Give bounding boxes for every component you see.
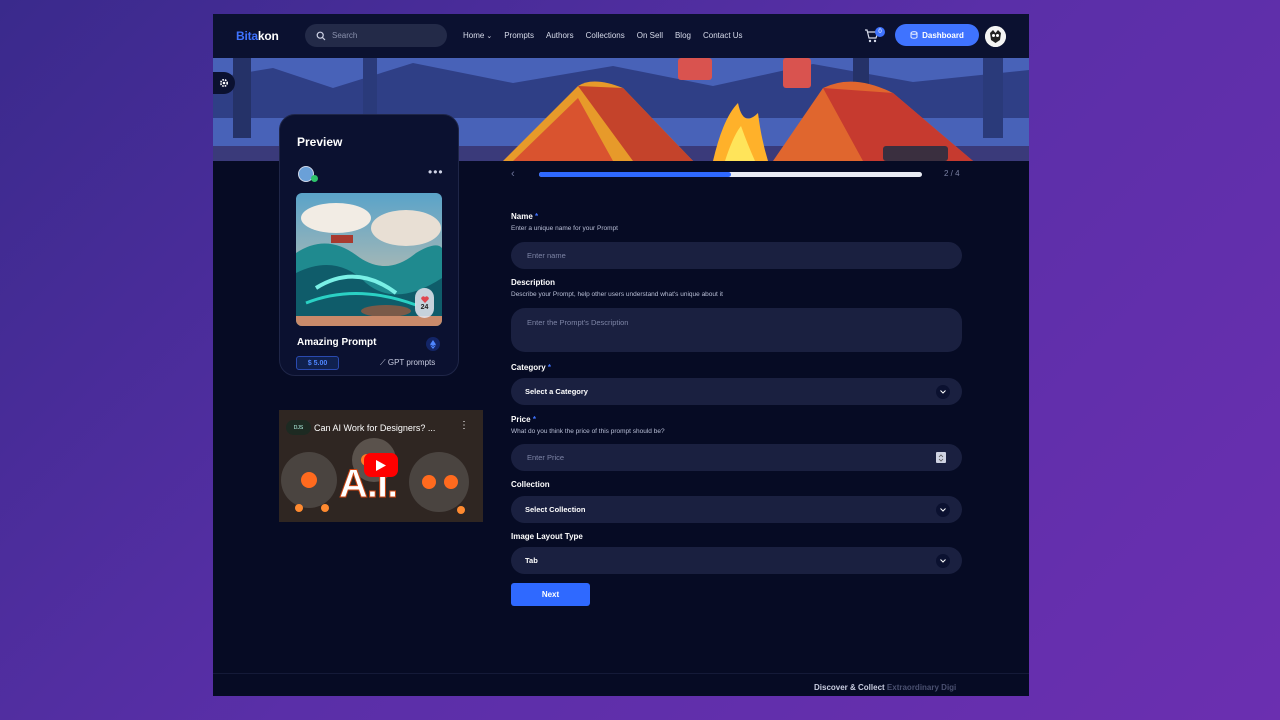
required-mark: * [547, 363, 552, 372]
prompt-type: ⟋ GPT prompts [380, 358, 435, 368]
nav-collections[interactable]: Collections [586, 31, 625, 40]
youtube-play-button[interactable] [364, 453, 398, 477]
logo-part-2: kon [257, 29, 279, 43]
number-spinner-icon[interactable] [936, 452, 946, 463]
required-mark: * [532, 415, 536, 424]
nav-home[interactable]: Home ⌄ [463, 31, 492, 40]
video-menu-icon[interactable]: ⋮ [459, 420, 469, 431]
search-placeholder: Search [332, 31, 358, 40]
nav-blog[interactable]: Blog [675, 31, 691, 40]
step-progress-fill [539, 172, 731, 177]
name-hint: Enter a unique name for your Prompt [511, 225, 618, 232]
nav-contact-us[interactable]: Contact Us [703, 31, 743, 40]
footer-tagline-fade: Extraordinary Digi [886, 683, 957, 692]
video-title[interactable]: Can AI Work for Designers? ... [314, 423, 435, 433]
collection-select[interactable]: Select Collection [511, 496, 962, 523]
footer-tagline-main: Discover & Collect [814, 683, 887, 692]
category-label-text: Category [511, 363, 546, 372]
price-hint: What do you think the price of this prom… [511, 428, 665, 435]
step-progress-bar [539, 172, 922, 177]
database-icon [910, 31, 918, 39]
cart-count-badge: 0 [875, 27, 885, 37]
logo[interactable]: Bitakon [236, 29, 279, 43]
settings-button[interactable] [213, 72, 235, 94]
avatar-graphic [985, 26, 1006, 47]
dashboard-label: Dashboard [922, 30, 964, 40]
dashboard-button[interactable]: Dashboard [895, 24, 979, 46]
logo-part-1: Bita [236, 29, 258, 43]
next-button[interactable]: Next [511, 583, 590, 606]
layout-type-select[interactable]: Tab [511, 547, 962, 574]
footer-tagline: Discover & Collect Extraordinary Digi [814, 683, 956, 692]
category-value: Select a Category [525, 387, 588, 396]
description-hint: Describe your Prompt, help other users u… [511, 291, 723, 298]
chevron-down-icon [936, 502, 950, 517]
chevron-down-icon: ⌄ [486, 32, 493, 40]
nav-prompts[interactable]: Prompts [504, 31, 534, 40]
required-mark: * [535, 212, 539, 221]
chevron-down-icon [936, 384, 950, 399]
nav-on-sell[interactable]: On Sell [637, 31, 663, 40]
like-button[interactable]: 24 [415, 288, 434, 318]
top-navbar: Bitakon Search Home ⌄ Prompts Authors Col… [213, 14, 1029, 58]
gear-icon [219, 78, 229, 88]
nav-authors[interactable]: Authors [546, 31, 574, 40]
prompt-type-label: GPT prompts [387, 358, 436, 367]
like-count: 24 [420, 303, 429, 311]
preview-title: Preview [297, 135, 343, 149]
price-label: Price * [511, 415, 536, 424]
search-input[interactable]: Search [305, 24, 447, 47]
footer-divider [213, 673, 1029, 674]
name-label-text: Name [511, 212, 533, 221]
category-label: Category * [511, 363, 551, 372]
nav-home-label: Home [463, 31, 485, 40]
layout-type-label: Image Layout Type [511, 532, 583, 541]
step-indicator: 2 / 4 [944, 169, 960, 178]
name-label: Name * [511, 212, 538, 221]
category-select[interactable]: Select a Category [511, 378, 962, 405]
wand-icon: ⟋ [380, 358, 386, 367]
preview-card: Preview ••• 24 Amazing Prompt $ 5.00 ⟋ G… [279, 114, 459, 376]
description-label: Description [511, 278, 556, 287]
video-embed[interactable]: DJS Can AI Work for Designers? ... ⋮ A.I… [279, 410, 483, 522]
online-status-dot [311, 175, 318, 182]
search-icon [316, 31, 326, 40]
price-field[interactable]: Enter Price [511, 444, 962, 471]
main-nav: Home ⌄ Prompts Authors Collections On Sel… [463, 31, 755, 40]
ethereum-icon [426, 337, 440, 351]
heart-icon [420, 295, 429, 303]
channel-avatar[interactable]: DJS [286, 420, 311, 435]
back-chevron-icon[interactable]: ‹ [511, 168, 515, 180]
chevron-down-icon [936, 553, 950, 568]
name-field[interactable]: Enter name [511, 242, 962, 269]
collection-label: Collection [511, 480, 550, 489]
play-icon [376, 459, 386, 471]
layout-type-value: Tab [525, 556, 538, 565]
more-options-icon[interactable]: ••• [428, 165, 444, 179]
price-badge: $ 5.00 [296, 356, 339, 370]
prompt-name: Amazing Prompt [297, 337, 377, 348]
app-frame: Bitakon Search Home ⌄ Prompts Authors Col… [213, 14, 1029, 696]
price-label-text: Price [511, 415, 531, 424]
price-placeholder: Enter Price [527, 453, 565, 462]
collection-value: Select Collection [525, 505, 586, 514]
user-avatar[interactable] [985, 26, 1006, 47]
description-field[interactable]: Enter the Prompt's Description [511, 308, 962, 352]
